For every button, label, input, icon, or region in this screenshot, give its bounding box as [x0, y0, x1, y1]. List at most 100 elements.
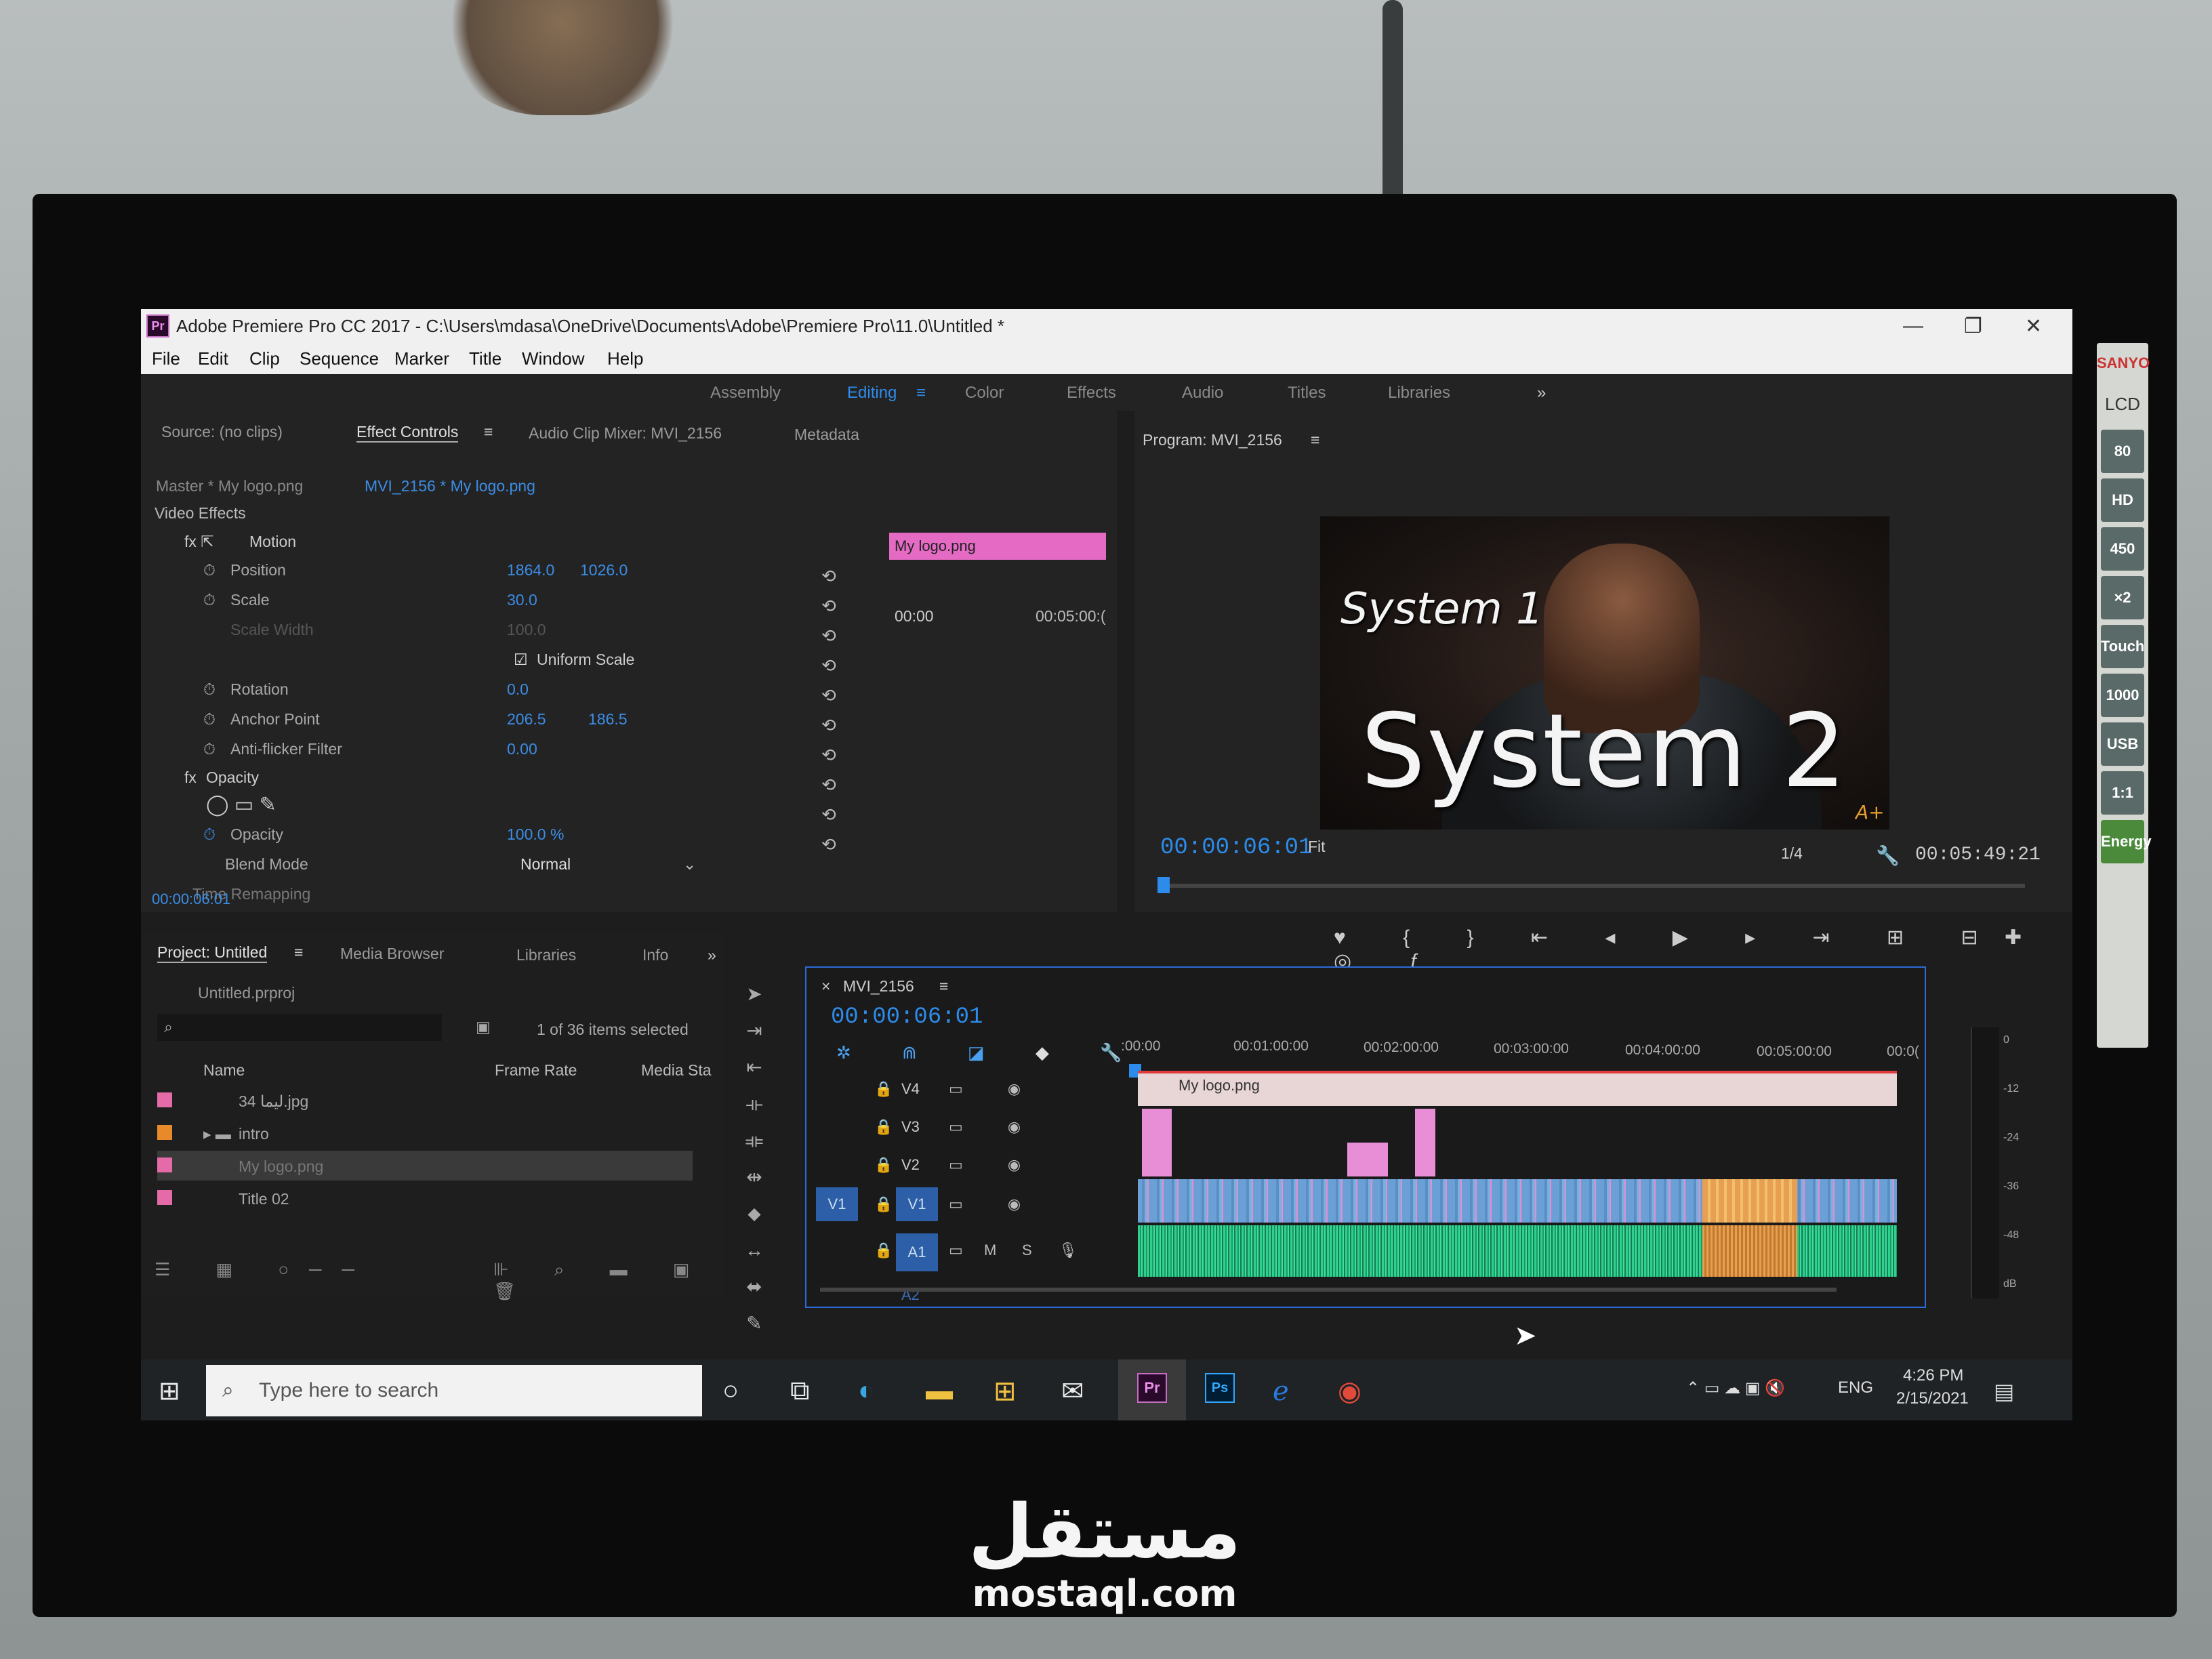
- col-name[interactable]: Name: [203, 1061, 245, 1080]
- rotation-value[interactable]: 0.0: [507, 680, 529, 699]
- tab-menu-icon[interactable]: ≡: [484, 423, 493, 441]
- project-item-name[interactable]: Title 02: [239, 1190, 289, 1208]
- track-toggle-icons[interactable]: ▭ ◉: [949, 1156, 1041, 1174]
- chrome-icon[interactable]: ◉: [1338, 1376, 1361, 1407]
- tray-icons[interactable]: ⌃ ▭ ☁ ▣ 🔇: [1686, 1378, 1785, 1398]
- menu-sequence[interactable]: Sequence: [300, 348, 379, 369]
- windows-start-icon[interactable]: ⊞: [159, 1376, 180, 1406]
- minimize-button[interactable]: —: [1903, 314, 1923, 337]
- menu-clip[interactable]: Clip: [249, 348, 280, 369]
- add-button-icon[interactable]: ✚: [2005, 926, 2022, 949]
- v2-clip[interactable]: [1347, 1143, 1388, 1176]
- taskbar-time[interactable]: 4:26 PM: [1903, 1366, 1963, 1385]
- track-v1[interactable]: V1: [896, 1187, 938, 1221]
- timeline-timecode[interactable]: 00:00:06:01: [831, 1004, 983, 1030]
- stopwatch-icon[interactable]: ⏱: [203, 680, 216, 699]
- stopwatch-icon[interactable]: ⏱: [203, 825, 216, 844]
- lock-icon[interactable]: 🔒: [874, 1156, 893, 1174]
- ie-icon[interactable]: ℯ: [1273, 1376, 1289, 1407]
- resolution-dropdown[interactable]: 1/4: [1781, 844, 1803, 863]
- cortana-icon[interactable]: ○: [722, 1376, 739, 1406]
- col-media-start[interactable]: Media Sta: [641, 1061, 712, 1080]
- project-footer-actions[interactable]: ⊪ ⌕ ▬ ▣ 🗑: [493, 1259, 724, 1302]
- ec-timecode[interactable]: 00:00:06:01: [152, 890, 230, 908]
- menu-marker[interactable]: Marker: [394, 348, 449, 369]
- track-v3[interactable]: V3: [901, 1118, 920, 1136]
- tab-source[interactable]: Source: (no clips): [161, 423, 283, 441]
- track-sync-icon[interactable]: ▭: [949, 1242, 963, 1259]
- workspace-libraries[interactable]: Libraries: [1388, 384, 1450, 403]
- menu-help[interactable]: Help: [607, 348, 643, 369]
- language-indicator[interactable]: ENG: [1838, 1378, 1873, 1397]
- tab-audio-clip-mixer[interactable]: Audio Clip Mixer: MVI_2156: [529, 424, 722, 443]
- stopwatch-icon[interactable]: ⏱: [203, 561, 216, 579]
- timeline-toolbar[interactable]: ✲ ⋒ ◪ ◆ 🔧: [836, 1042, 1145, 1063]
- sequence-clip-selector[interactable]: MVI_2156 * My logo.png: [365, 477, 535, 495]
- track-v2[interactable]: V2: [901, 1156, 920, 1174]
- workspace-editing-menu-icon[interactable]: ≡: [916, 384, 926, 403]
- lock-icon[interactable]: 🔒: [874, 1118, 893, 1136]
- notifications-icon[interactable]: ▤: [1994, 1378, 2014, 1404]
- photoshop-icon[interactable]: Ps: [1205, 1373, 1235, 1403]
- reset-icons-column[interactable]: ⟲ ⟲ ⟲ ⟲ ⟲ ⟲ ⟲ ⟲ ⟲ ⟲: [821, 561, 842, 886]
- tab-media-browser[interactable]: Media Browser: [340, 945, 444, 963]
- sequence-close-icon[interactable]: ×: [821, 977, 830, 996]
- project-item-name[interactable]: intro: [239, 1125, 269, 1143]
- program-title[interactable]: Program: MVI_2156: [1143, 431, 1282, 449]
- stopwatch-icon[interactable]: ⏱: [203, 710, 216, 729]
- opacity-value[interactable]: 100.0 %: [507, 825, 564, 844]
- program-scrubber[interactable]: [1158, 884, 2025, 888]
- tab-info[interactable]: Info: [642, 946, 668, 964]
- project-item-name[interactable]: My logo.png: [239, 1158, 323, 1176]
- premiere-taskbar-button[interactable]: Pr: [1118, 1359, 1186, 1420]
- menu-title[interactable]: Title: [469, 348, 501, 369]
- blend-mode-select[interactable]: Normal: [520, 855, 571, 874]
- new-bin-icon[interactable]: ▣: [476, 1018, 491, 1036]
- tab-project[interactable]: Project: Untitled: [157, 943, 268, 963]
- close-button[interactable]: ✕: [2025, 314, 2042, 338]
- program-timecode[interactable]: 00:00:06:01: [1160, 835, 1312, 861]
- mask-tools-icon[interactable]: ◯ ▭ ✎: [206, 793, 276, 817]
- taskbar-date[interactable]: 2/15/2021: [1896, 1389, 1969, 1408]
- lock-icon[interactable]: 🔒: [874, 1242, 893, 1259]
- track-toggle-icons[interactable]: ▭ ◉: [949, 1195, 1041, 1213]
- workspaces-overflow-icon[interactable]: »: [1537, 384, 1546, 403]
- workspace-editing[interactable]: Editing: [847, 384, 897, 403]
- stopwatch-icon[interactable]: ⏱: [203, 591, 216, 609]
- source-patch-v1[interactable]: V1: [816, 1187, 858, 1221]
- position-y-value[interactable]: 1026.0: [580, 561, 628, 579]
- col-frame-rate[interactable]: Frame Rate: [495, 1061, 577, 1080]
- fit-dropdown[interactable]: Fit: [1308, 838, 1326, 856]
- timeline-menu-icon[interactable]: ≡: [939, 977, 948, 996]
- stopwatch-icon[interactable]: ⏱: [203, 740, 216, 758]
- timeline-scrollbar[interactable]: [820, 1288, 1837, 1292]
- menu-window[interactable]: Window: [522, 348, 584, 369]
- workspace-assembly[interactable]: Assembly: [710, 384, 781, 403]
- tab-libraries[interactable]: Libraries: [516, 946, 576, 964]
- antiflicker-value[interactable]: 0.00: [507, 740, 537, 758]
- solo-button[interactable]: S: [1022, 1242, 1032, 1259]
- store-icon[interactable]: ⊞: [994, 1376, 1017, 1407]
- project-footer-tools[interactable]: ☰ ▦ ○──: [155, 1259, 375, 1280]
- tab-metadata[interactable]: Metadata: [794, 426, 859, 444]
- lock-icon[interactable]: 🔒: [874, 1080, 893, 1098]
- wrench-icon[interactable]: 🔧: [1876, 844, 1900, 867]
- scale-value[interactable]: 30.0: [507, 591, 537, 609]
- anchor-x-value[interactable]: 206.5: [507, 710, 546, 729]
- lock-icon[interactable]: 🔒: [874, 1195, 893, 1213]
- workspace-audio[interactable]: Audio: [1182, 384, 1223, 403]
- project-item-name[interactable]: 34 ليما.jpg: [239, 1092, 308, 1111]
- program-menu-icon[interactable]: ≡: [1311, 431, 1319, 449]
- track-toggle-icons[interactable]: ▭ ◉: [949, 1118, 1041, 1136]
- uniform-scale-checkbox[interactable]: ☑: [514, 651, 528, 669]
- program-playhead[interactable]: [1158, 877, 1170, 893]
- v2-clip[interactable]: [1142, 1109, 1172, 1176]
- tools-panel[interactable]: ➤ ⇥ ⇤ ⟛ ⟚ ⇹ ⬥ ↔ ⬌ ✎: [737, 976, 771, 1334]
- fx-motion-icon[interactable]: fx ⇱: [184, 533, 214, 551]
- chevron-down-icon[interactable]: ⌄: [683, 855, 696, 874]
- v2-clip[interactable]: [1415, 1109, 1435, 1176]
- track-a1[interactable]: A1: [896, 1233, 938, 1271]
- workspace-color[interactable]: Color: [965, 384, 1004, 403]
- panel-overflow-icon[interactable]: »: [708, 946, 716, 964]
- file-explorer-icon[interactable]: ▬: [926, 1376, 953, 1406]
